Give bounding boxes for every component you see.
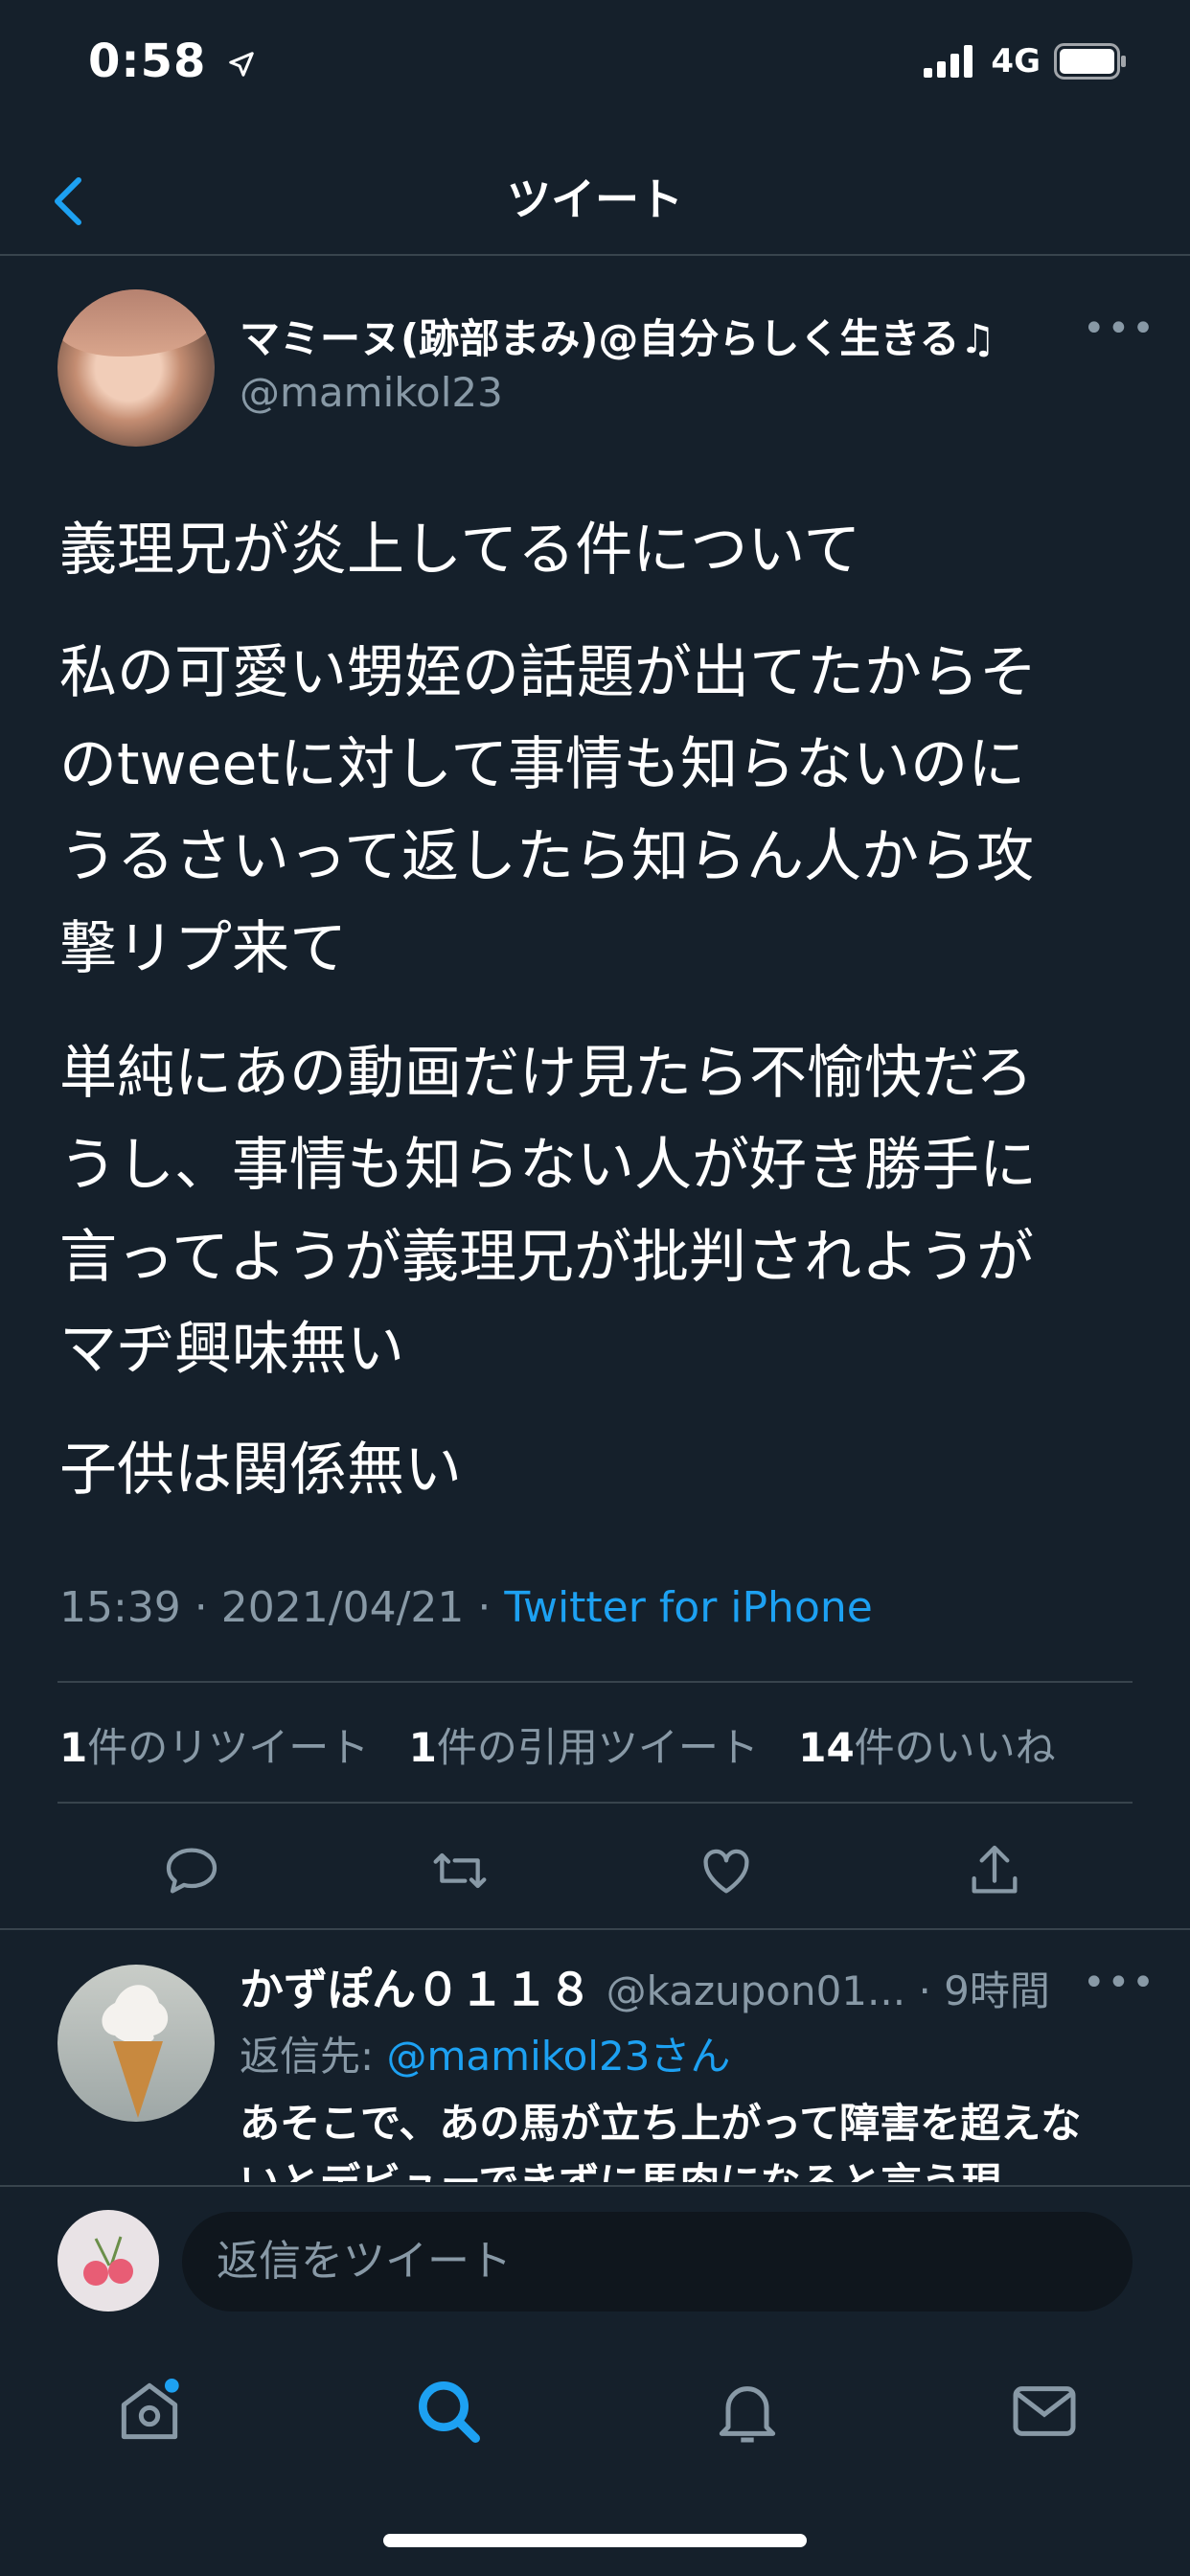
replying-to: 返信先: @mamikol23さん bbox=[240, 2033, 731, 2080]
reply-author-avatar[interactable] bbox=[57, 1965, 215, 2122]
reply-header: かずぽん０１１８ @kazupon01... · 9時間 bbox=[240, 1964, 1050, 2015]
tweet-time: 15:39 bbox=[59, 1583, 181, 1632]
network-type: 4G bbox=[991, 42, 1041, 80]
divider bbox=[0, 2185, 1190, 2187]
tweet-paragraph: 子供は関係無い bbox=[59, 1437, 462, 1504]
page-title: ツイート bbox=[507, 173, 683, 225]
signal-icon bbox=[924, 45, 973, 78]
like-button[interactable] bbox=[696, 1840, 757, 1901]
location-arrow-icon bbox=[229, 52, 254, 77]
reply-icon bbox=[166, 1848, 217, 1894]
author-avatar[interactable] bbox=[57, 289, 215, 447]
tweet-source-link[interactable]: Twitter for iPhone bbox=[504, 1583, 872, 1632]
author-name[interactable]: マミーヌ(跡部まみ)@自分らしく生きる♫ bbox=[240, 307, 995, 365]
likes-stat[interactable]: 14件のいいね bbox=[798, 1724, 1055, 1771]
tweet-stats: 1件のリツイート 1件の引用ツイート 14件のいいね bbox=[59, 1715, 1056, 1774]
tab-search[interactable] bbox=[410, 2373, 487, 2450]
reply-author-name[interactable]: かずぽん０１１８ bbox=[240, 1964, 592, 2015]
reply-more-options-button[interactable]: ••• bbox=[1083, 1961, 1156, 2005]
replying-to-handle[interactable]: @mamikol23さん bbox=[387, 2033, 731, 2080]
my-avatar[interactable] bbox=[57, 2210, 159, 2312]
home-indicator bbox=[383, 2534, 807, 2547]
more-icon: ••• bbox=[1083, 1961, 1156, 2005]
tab-messages[interactable] bbox=[1006, 2373, 1083, 2450]
tweet-meta: 15:39 · 2021/04/21 · Twitter for iPhone bbox=[59, 1583, 873, 1632]
tab-notifications[interactable] bbox=[709, 2373, 786, 2450]
divider bbox=[0, 1928, 1190, 1930]
reply-button[interactable] bbox=[161, 1840, 222, 1901]
share-icon bbox=[972, 1845, 1018, 1894]
status-time: 0:58 bbox=[88, 34, 256, 88]
reply-time: 9時間 bbox=[944, 1967, 1050, 2014]
messages-icon bbox=[1013, 2386, 1076, 2436]
tweet-date: 2021/04/21 bbox=[220, 1583, 465, 1632]
notifications-icon bbox=[719, 2386, 776, 2443]
home-icon bbox=[121, 2379, 179, 2440]
tweet-paragraph: 私の可愛い甥姪の話題が出てたからそ のtweetに対して事情も知らないのに うる… bbox=[59, 639, 1037, 982]
author-handle[interactable]: @mamikol23 bbox=[240, 369, 503, 416]
divider bbox=[57, 1681, 1133, 1683]
quotes-stat[interactable]: 1件の引用ツイート bbox=[409, 1724, 759, 1771]
divider bbox=[57, 1802, 1133, 1804]
search-icon bbox=[419, 2381, 481, 2443]
retweet-icon bbox=[433, 1852, 487, 1889]
share-button[interactable] bbox=[964, 1840, 1025, 1901]
more-options-button[interactable]: ••• bbox=[1083, 307, 1156, 351]
status-indicators: 4G bbox=[924, 42, 1127, 80]
more-icon: ••• bbox=[1083, 307, 1156, 351]
tab-home[interactable] bbox=[111, 2373, 188, 2450]
reply-input[interactable]: 返信をツイート bbox=[182, 2212, 1133, 2312]
like-icon bbox=[703, 1849, 749, 1894]
retweets-stat[interactable]: 1件のリツイート bbox=[59, 1724, 369, 1771]
reply-text: あそこで、あの馬が立ち上がって障害を超えないとデビューできずに馬肉になると言う現 bbox=[240, 2100, 1082, 2182]
tweet-paragraph: 単純にあの動画だけ見たら不愉快だろ うし、事情も知らない人が好き勝手に 言ってよ… bbox=[59, 1040, 1037, 1383]
reply-author-handle[interactable]: @kazupon01... bbox=[606, 1967, 905, 2014]
tweet-paragraph: 義理兄が炎上してる件について bbox=[59, 517, 861, 584]
battery-icon bbox=[1054, 43, 1126, 80]
top-header: ツイート bbox=[0, 144, 1190, 256]
retweet-button[interactable] bbox=[429, 1840, 491, 1901]
